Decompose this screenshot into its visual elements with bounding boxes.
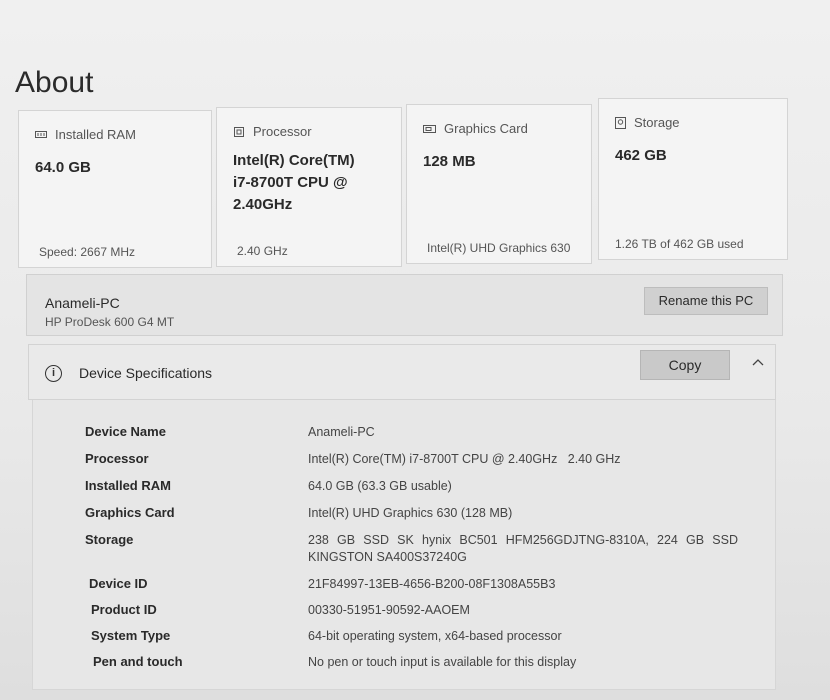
spec-value: No pen or touch input is available for t… bbox=[308, 655, 577, 669]
processor-label: Processor bbox=[253, 124, 312, 139]
spec-value: 64.0 GB (63.3 GB usable) bbox=[308, 479, 452, 493]
spec-value: Intel(R) UHD Graphics 630 (128 MB) bbox=[308, 506, 513, 520]
spec-label: Processor bbox=[85, 451, 149, 466]
spec-value: Anameli-PC bbox=[308, 425, 375, 439]
ram-speed: Speed: 2667 MHz bbox=[39, 245, 136, 259]
storage-card: Storage 462 GB 1.26 TB of 462 GB used bbox=[598, 98, 788, 260]
graphics-card-label: Graphics Card bbox=[444, 121, 528, 136]
pc-name: Anameli-PC bbox=[45, 295, 120, 311]
ram-icon bbox=[35, 131, 47, 138]
installed-ram-card: Installed RAM 64.0 GB Speed: 2667 MHz bbox=[18, 110, 212, 268]
spec-value: 21F84997-13EB-4656-B200-08F1308A55B3 bbox=[308, 577, 556, 591]
copy-button[interactable]: Copy bbox=[640, 350, 730, 380]
processor-icon bbox=[234, 126, 244, 137]
chevron-up-icon[interactable] bbox=[751, 355, 765, 369]
spec-value: Intel(R) Core(TM) i7-8700T CPU @ 2.40GHz… bbox=[308, 452, 621, 466]
page-title: About bbox=[15, 66, 94, 99]
spec-label: Product ID bbox=[91, 602, 157, 617]
spec-label: Device ID bbox=[89, 576, 148, 591]
processor-card: Processor Intel(R) Core(TM) i7-8700T CPU… bbox=[216, 107, 402, 267]
processor-value: Intel(R) Core(TM) i7-8700T CPU @ 2.40GHz bbox=[233, 152, 355, 213]
spec-label: Installed RAM bbox=[85, 478, 171, 493]
rename-pc-button[interactable]: Rename this PC bbox=[644, 287, 768, 315]
processor-speed: 2.40 GHz bbox=[237, 244, 288, 258]
spec-label: System Type bbox=[91, 628, 171, 643]
spec-value: 238 GB SSD SK hynix BC501 HFM256GDJTNG-8… bbox=[308, 533, 738, 564]
graphics-card-card: Graphics Card 128 MB Intel(R) UHD Graphi… bbox=[406, 104, 592, 264]
info-icon: i bbox=[45, 365, 62, 382]
spec-label: Device Name bbox=[85, 424, 166, 439]
pc-model: HP ProDesk 600 G4 MT bbox=[45, 315, 175, 329]
spec-label: Pen and touch bbox=[93, 654, 183, 669]
spec-value: 00330-51951-90592-AAOEM bbox=[308, 603, 470, 617]
device-specifications-list: Device Name Anameli-PC Processor Intel(R… bbox=[32, 400, 776, 690]
about-page: About Installed RAM 64.0 GB Speed: 2667 … bbox=[0, 0, 830, 700]
storage-used: 1.26 TB of 462 GB used bbox=[615, 237, 744, 251]
pc-name-bar: Anameli-PC HP ProDesk 600 G4 MT Rename t… bbox=[26, 274, 783, 336]
installed-ram-value: 64.0 GB bbox=[35, 159, 91, 176]
graphics-card-icon bbox=[423, 124, 436, 133]
graphics-card-header: Graphics Card bbox=[423, 121, 528, 136]
device-specifications-header[interactable]: i Device Specifications Copy bbox=[28, 344, 776, 400]
storage-value: 462 GB bbox=[615, 147, 667, 164]
installed-ram-header: Installed RAM bbox=[35, 127, 136, 142]
graphics-card-value: 128 MB bbox=[423, 153, 476, 170]
spec-value: 64-bit operating system, x64-based proce… bbox=[308, 629, 562, 643]
storage-header: Storage bbox=[615, 115, 680, 130]
device-specifications-title: Device Specifications bbox=[79, 365, 213, 381]
storage-icon bbox=[615, 116, 626, 129]
graphics-card-name: Intel(R) UHD Graphics 630 bbox=[427, 241, 571, 255]
processor-header: Processor bbox=[233, 124, 312, 139]
storage-label: Storage bbox=[634, 115, 680, 130]
installed-ram-label: Installed RAM bbox=[55, 127, 136, 142]
spec-label: Graphics Card bbox=[85, 505, 175, 520]
spec-label: Storage bbox=[85, 532, 134, 547]
